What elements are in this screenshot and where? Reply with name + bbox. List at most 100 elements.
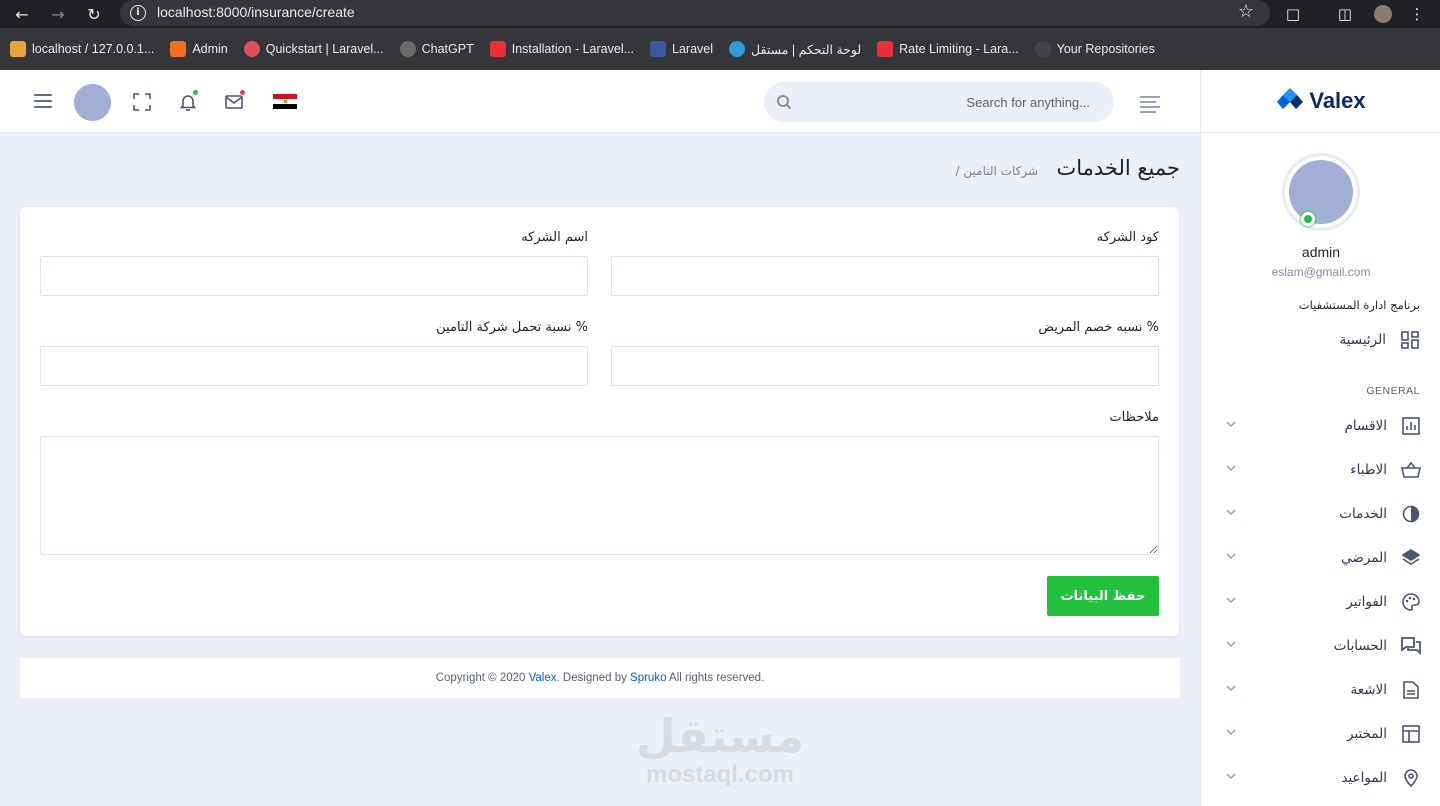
bell-icon[interactable]	[178, 89, 199, 112]
bookmark-item[interactable]: لوحة التحكم | مستقل	[729, 41, 861, 57]
browser-menu-icon[interactable]: ⋮	[1406, 3, 1428, 25]
bookmark-item[interactable]: Quickstart | Laravel...	[243, 41, 384, 57]
app-root: Valex admin eslam@gmail.com برنامج ادارة…	[0, 70, 1440, 806]
bookmark-label: ChatGPT	[421, 42, 474, 56]
chevron-down-icon	[1226, 597, 1236, 604]
sidebar-item-services[interactable]: الخدمات	[1201, 494, 1440, 534]
layers-icon	[1401, 548, 1421, 568]
location-icon	[1401, 768, 1421, 788]
profile-email: eslam@gmail.com	[1271, 265, 1371, 279]
chevron-down-icon	[1226, 641, 1236, 648]
footer-brand-link[interactable]: Valex	[529, 672, 557, 684]
profile-name: admin	[1301, 244, 1341, 260]
egypt-flag-icon[interactable]	[273, 94, 297, 109]
company-name-field[interactable]	[40, 256, 588, 296]
notes-textarea[interactable]	[40, 436, 1159, 555]
profile-avatar[interactable]	[1285, 156, 1357, 228]
profile-avatar-icon[interactable]	[1372, 3, 1394, 25]
breadcrumb[interactable]: / شركات التامين	[956, 164, 1038, 178]
sidebar-item-label: الحسابات	[1333, 638, 1387, 654]
chevron-down-icon	[1226, 509, 1236, 516]
bookmarks-bar: localhost / 127.0.0.1... Admin Quickstar…	[0, 28, 1440, 70]
sidepanel-icon[interactable]: ◫	[1334, 3, 1356, 25]
browser-toolbar: ← → ↻ i localhost:8000/insurance/create …	[0, 0, 1440, 28]
back-icon[interactable]: ←	[10, 2, 34, 26]
search-input[interactable]	[764, 82, 1114, 122]
bookmark-label: Quickstart | Laravel...	[265, 42, 384, 56]
notification-dot	[192, 89, 199, 96]
company-code-field[interactable]	[611, 256, 1159, 296]
bookmark-star-icon[interactable]: ☆	[1238, 1, 1254, 22]
bookmark-item[interactable]: Laravel	[650, 41, 713, 57]
bookmark-label: لوحة التحكم | مستقل	[751, 42, 862, 57]
sidebar-item-lab[interactable]: المختبر	[1201, 714, 1440, 754]
user-avatar[interactable]	[74, 84, 111, 121]
mostaql-watermark: مستقل mostaql.com	[620, 710, 820, 800]
bookmark-item[interactable]: Rate Limiting - Lara...	[877, 41, 1019, 57]
logo-text: Valex	[1309, 88, 1366, 113]
mail-icon[interactable]	[224, 89, 246, 112]
bookmark-favicon-icon	[170, 41, 187, 57]
sidebar-item-home[interactable]: الرئيسية	[1340, 330, 1421, 350]
bar-chart-icon	[1401, 416, 1421, 436]
chevron-down-icon	[1226, 773, 1236, 780]
watermark-latin: mostaql.com	[645, 761, 795, 788]
bookmark-favicon-icon	[243, 41, 260, 57]
bookmark-label: Your Repositories	[1056, 42, 1155, 56]
page-title: جميع الخدمات	[1056, 156, 1180, 180]
bookmark-favicon-icon	[10, 41, 26, 57]
bookmark-favicon-icon	[729, 41, 746, 57]
extensions-icon[interactable]: □	[1282, 3, 1304, 25]
sidebar-item-appointments[interactable]: المواعيد	[1201, 758, 1440, 798]
valex-logo-icon	[1275, 86, 1305, 116]
bookmark-item[interactable]: Installation - Laravel...	[489, 41, 635, 57]
align-menu-icon[interactable]	[1140, 96, 1160, 116]
dashboard-icon	[1400, 330, 1420, 350]
bookmark-favicon-icon	[877, 41, 894, 57]
sidebar-item-label: الفواتير	[1346, 594, 1387, 610]
sidebar: Valex admin eslam@gmail.com برنامج ادارة…	[1200, 70, 1440, 806]
sidebar-item-patients[interactable]: المرضي	[1201, 538, 1440, 578]
online-status-dot	[1301, 212, 1315, 226]
logo[interactable]: Valex	[1201, 70, 1440, 133]
program-label: برنامج ادارة المستشفيات	[1298, 298, 1420, 312]
sidebar-item-accounts[interactable]: الحسابات	[1201, 626, 1440, 666]
patient-discount-field[interactable]	[611, 346, 1159, 386]
bookmark-label: localhost / 127.0.0.1...	[32, 42, 155, 56]
sidebar-item-label: الخدمات	[1339, 506, 1387, 522]
search-icon[interactable]	[776, 94, 792, 110]
footer-designer-link[interactable]: Spruko	[630, 672, 666, 684]
sidebar-item-departments[interactable]: الاقسام	[1201, 406, 1440, 446]
insurance-share-field[interactable]	[40, 346, 588, 386]
document-icon	[1401, 680, 1421, 700]
bookmark-label: Installation - Laravel...	[511, 42, 635, 56]
sidebar-item-doctors[interactable]: الاطباء	[1201, 450, 1440, 490]
hamburger-menu-icon[interactable]	[34, 94, 52, 112]
save-button[interactable]: حفظ البيانات	[1047, 576, 1159, 616]
chat-icon	[1401, 636, 1421, 656]
bookmark-item[interactable]: ChatGPT	[399, 41, 474, 57]
address-bar[interactable]: i localhost:8000/insurance/create ☆	[120, 0, 1270, 26]
sidebar-item-label: الاقسام	[1344, 418, 1387, 434]
bookmark-label: Admin	[192, 42, 228, 56]
reload-icon[interactable]: ↻	[82, 2, 106, 26]
sidebar-item-label: المواعيد	[1341, 770, 1387, 786]
basket-icon	[1401, 460, 1421, 480]
watermark-arabic: مستقل	[635, 709, 805, 763]
pie-icon	[1401, 504, 1421, 524]
notes-label: ملاحظات	[1109, 410, 1159, 425]
footer: Copyright © 2020 Valex. Designed by Spru…	[20, 658, 1180, 698]
footer-rights-text: All rights reserved.	[666, 672, 765, 684]
chevron-down-icon	[1226, 553, 1236, 560]
site-info-icon[interactable]: i	[130, 5, 146, 21]
sidebar-item-radiology[interactable]: الاشعة	[1201, 670, 1440, 710]
forward-icon[interactable]: →	[46, 2, 70, 26]
fullscreen-icon[interactable]	[132, 92, 152, 112]
bookmark-item[interactable]: localhost / 127.0.0.1...	[10, 41, 154, 57]
bookmark-item[interactable]: Admin	[170, 41, 228, 57]
sidebar-item-invoices[interactable]: الفواتير	[1201, 582, 1440, 622]
chevron-down-icon	[1226, 421, 1236, 428]
bookmark-item[interactable]: Your Repositories	[1034, 41, 1155, 57]
form-card: كود الشركه اسم الشركه نسبه خصم المريض % …	[20, 207, 1179, 636]
footer-designed-by: . Designed by	[556, 672, 631, 684]
